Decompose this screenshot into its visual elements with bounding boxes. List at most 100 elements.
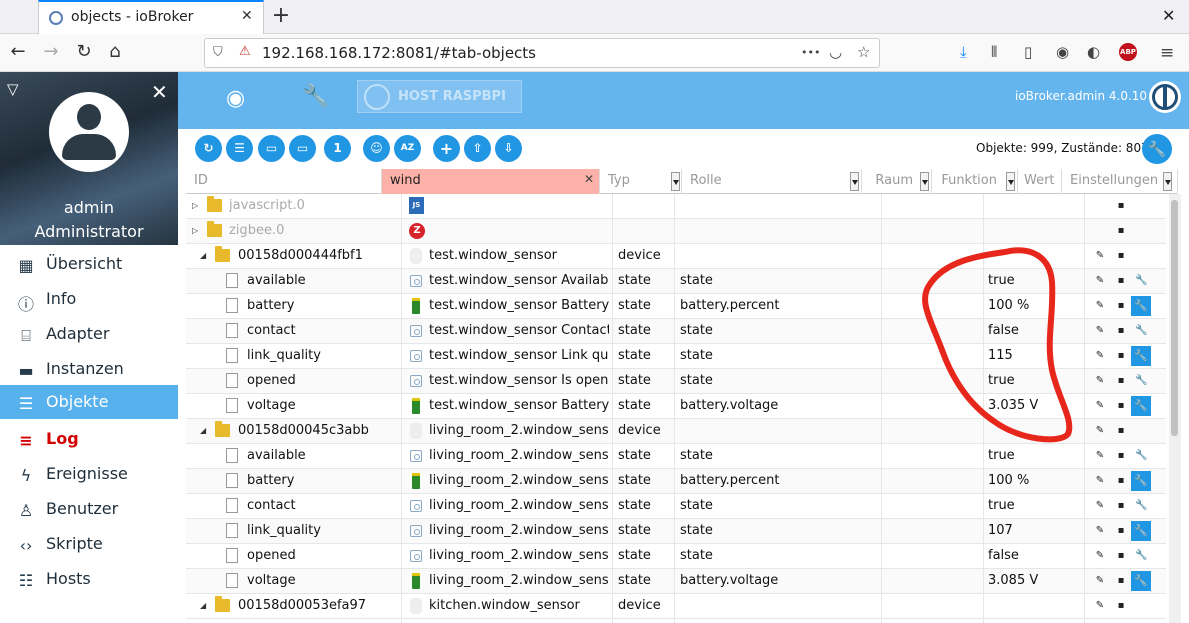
sidebar-item-benutzer[interactable]: ♙ Benutzer — [0, 492, 178, 526]
edit-pencil-icon[interactable]: ✎ — [1094, 325, 1106, 337]
table-row[interactable]: available test.window_sensor Available sta… — [186, 269, 1166, 294]
settings-wrench-icon[interactable]: 🔧 — [1135, 450, 1147, 462]
numbers-icon[interactable]: 1 — [324, 135, 351, 162]
avatar[interactable] — [49, 92, 129, 172]
settings-wrench-icon[interactable]: 🔧 — [1131, 521, 1151, 541]
sidebar-item-uebersicht[interactable]: ▦ Übersicht — [0, 247, 178, 281]
chevron-down-icon[interactable] — [1006, 172, 1015, 191]
delete-trash-icon[interactable]: ▪ — [1115, 525, 1127, 537]
upload-icon[interactable]: ⇧ — [464, 135, 491, 162]
sidebar-item-ereignisse[interactable]: ϟ Ereignisse — [0, 457, 178, 491]
object-value[interactable]: true — [988, 494, 1015, 519]
sidebar-item-hosts[interactable]: ☷ Hosts — [0, 562, 178, 596]
shield-icon[interactable]: ⛉ — [213, 45, 223, 60]
edit-pencil-icon[interactable]: ✎ — [1094, 425, 1106, 437]
chevron-down-icon[interactable] — [920, 172, 929, 191]
settings-wrench-icon[interactable]: 🔧 — [1131, 396, 1151, 416]
edit-pencil-icon[interactable]: ✎ — [1094, 250, 1106, 262]
collapse-triangle-icon[interactable]: ◢ — [200, 426, 210, 436]
delete-trash-icon[interactable]: ▪ — [1115, 200, 1127, 212]
table-row[interactable]: opened test.window_sensor Is open state sta… — [186, 369, 1166, 394]
type-filter-select[interactable]: Typ — [600, 169, 682, 194]
settings-wrench-icon[interactable]: 🔧 — [1135, 325, 1147, 337]
object-value[interactable]: 107 — [988, 519, 1013, 544]
delete-trash-icon[interactable]: ▪ — [1115, 400, 1127, 412]
object-value[interactable]: 3.035 V — [988, 394, 1038, 419]
table-row[interactable]: battery test.window_sensor Battery … state… — [186, 294, 1166, 319]
edit-pencil-icon[interactable]: ✎ — [1094, 450, 1106, 462]
tab-close-icon[interactable]: ✕ — [241, 8, 253, 24]
delete-trash-icon[interactable]: ▪ — [1115, 350, 1127, 362]
table-row[interactable]: ◢ 00158d00045c3abb living_room_2.window_se… — [186, 419, 1166, 444]
table-row[interactable]: voltage test.window_sensor Battery … state… — [186, 394, 1166, 419]
settings-wrench-icon[interactable]: 🔧 — [1131, 296, 1151, 316]
edit-pencil-icon[interactable]: ✎ — [1094, 550, 1106, 562]
edit-pencil-icon[interactable]: ✎ — [1094, 525, 1106, 537]
settings-wrench-icon[interactable]: 🔧 — [1135, 500, 1147, 512]
object-value[interactable]: true — [988, 444, 1015, 469]
sidebar-item-log[interactable]: ≡ Log — [0, 422, 178, 456]
delete-trash-icon[interactable]: ▪ — [1115, 250, 1127, 262]
object-value[interactable]: 3.085 V — [988, 569, 1038, 594]
wrench-icon[interactable]: 🔧 — [302, 84, 329, 109]
account-icon[interactable]: ◉ — [1056, 43, 1069, 61]
add-icon[interactable]: + — [433, 135, 460, 162]
object-value[interactable]: 100 % — [988, 469, 1029, 494]
table-row[interactable]: ▷ zigbee.0 Z ▪ — [186, 219, 1166, 244]
table-row[interactable]: opened living_room_2.window_sens… state sta… — [186, 544, 1166, 569]
delete-trash-icon[interactable]: ▪ — [1115, 325, 1127, 337]
sort-az-icon[interactable]: AZ — [394, 135, 421, 162]
menu-hamburger-icon[interactable]: ≡ — [1160, 43, 1174, 63]
host-button[interactable]: HOST RASPBPI — [357, 80, 522, 113]
reload-icon[interactable]: ↻ — [70, 38, 98, 66]
delete-trash-icon[interactable]: ▪ — [1115, 600, 1127, 612]
table-row[interactable]: link_quality living_room_2.window_sens… st… — [186, 519, 1166, 544]
insecure-lock-icon[interactable]: ⚠ — [239, 44, 251, 59]
expert-mode-icon[interactable]: ☺ — [363, 135, 390, 162]
edit-pencil-icon[interactable]: ✎ — [1094, 300, 1106, 312]
chevron-down-icon[interactable] — [850, 172, 859, 191]
url-bar[interactable]: ⛉ ⚠ 192.168.168.172:8081/#tab-objects ••… — [204, 38, 880, 68]
eye-icon[interactable]: ◉ — [226, 86, 245, 111]
settings-wrench-icon[interactable]: 🔧 — [1142, 134, 1172, 164]
delete-trash-icon[interactable]: ▪ — [1115, 550, 1127, 562]
delete-trash-icon[interactable]: ▪ — [1115, 300, 1127, 312]
object-value[interactable]: 100 % — [988, 294, 1029, 319]
role-filter-select[interactable]: Rolle — [682, 169, 862, 194]
bookmark-star-icon[interactable]: ☆ — [857, 43, 870, 61]
object-value[interactable]: true — [988, 269, 1015, 294]
sidebar-toggle-icon[interactable]: ▯ — [1024, 43, 1032, 61]
expand-triangle-icon[interactable]: ▷ — [192, 226, 202, 236]
edit-pencil-icon[interactable]: ✎ — [1094, 400, 1106, 412]
table-row[interactable]: voltage living_room_2.window_sens… state ba… — [186, 569, 1166, 594]
table-row[interactable]: available living_room_2.window_sens… state… — [186, 444, 1166, 469]
browser-tab[interactable]: objects - ioBroker ✕ — [38, 0, 264, 34]
pocket-icon[interactable]: ◡ — [829, 43, 842, 61]
table-row[interactable]: contact living_room_2.window_sens… state st… — [186, 494, 1166, 519]
delete-trash-icon[interactable]: ▪ — [1115, 225, 1127, 237]
settings-wrench-icon[interactable]: 🔧 — [1135, 550, 1147, 562]
expand-triangle-icon[interactable]: ▷ — [192, 201, 202, 211]
collapse-triangle-icon[interactable]: ◢ — [200, 251, 210, 261]
extension-icon[interactable]: ◐ — [1087, 43, 1100, 61]
delete-trash-icon[interactable]: ▪ — [1115, 450, 1127, 462]
refresh-icon[interactable]: ↻ — [195, 135, 222, 162]
list-view-icon[interactable]: ☰ — [226, 135, 253, 162]
delete-trash-icon[interactable]: ▪ — [1115, 575, 1127, 587]
download-icon[interactable]: ⤓ — [960, 43, 967, 61]
object-value[interactable]: 115 — [988, 344, 1013, 369]
page-actions-icon[interactable]: ••• — [801, 46, 820, 59]
table-row[interactable]: link_quality test.window_sensor Link qua…… — [186, 344, 1166, 369]
object-value[interactable]: false — [988, 319, 1019, 344]
chevron-down-icon[interactable] — [671, 172, 680, 191]
download-icon[interactable]: ⇩ — [495, 135, 522, 162]
name-filter-input[interactable]: wind — [382, 169, 600, 194]
table-row[interactable]: contact test.window_sensor Contact … state… — [186, 319, 1166, 344]
edit-pencil-icon[interactable]: ✎ — [1094, 475, 1106, 487]
scrollbar-thumb[interactable] — [1171, 200, 1178, 436]
sidebar-item-objekte[interactable]: ☰ Objekte — [0, 385, 178, 419]
settings-wrench-icon[interactable]: 🔧 — [1135, 275, 1147, 287]
library-icon[interactable]: ⫴ — [991, 43, 997, 61]
settings-wrench-icon[interactable]: 🔧 — [1131, 571, 1151, 591]
table-row[interactable]: ◢ 00158d00053efa97 kitchen.window_sensor de… — [186, 594, 1166, 619]
